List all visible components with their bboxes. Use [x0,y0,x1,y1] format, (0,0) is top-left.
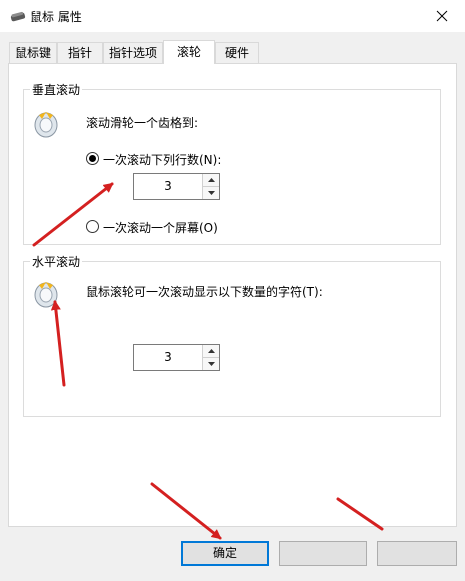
vertical-scroll-group: 垂直滚动 滚动滑轮一个齿格到: 一次滚动下列行数(N): 3 一次滚动一个屏幕(… [23,81,441,245]
chevron-down-icon [207,191,215,195]
close-icon [436,10,448,22]
radio-scroll-lines-label: 一次滚动下列行数(N): [103,153,222,167]
window-title: 鼠标 属性 [30,10,82,24]
vertical-scroll-description: 滚动滑轮一个齿格到: [86,116,199,130]
mouse-wheel-icon [34,112,58,138]
horizontal-wheel-icon [34,282,58,308]
tab-wheel[interactable]: 滚轮 [163,40,215,64]
cancel-button[interactable] [279,541,367,566]
chevron-down-icon [207,362,215,366]
wheel-tab-panel: 垂直滚动 滚动滑轮一个齿格到: 一次滚动下列行数(N): 3 一次滚动一个屏幕(… [8,63,457,527]
tab-pointers[interactable]: 指针 [57,42,103,63]
apply-button[interactable] [377,541,457,566]
close-button[interactable] [419,0,465,32]
chars-spinbox[interactable]: 3 [133,344,220,371]
vertical-scroll-label: 垂直滚动 [30,81,83,98]
chars-up-button[interactable] [203,345,219,358]
tab-buttons[interactable]: 鼠标键 [9,42,57,63]
radio-scroll-lines[interactable] [86,152,99,165]
lines-up-button[interactable] [203,174,219,187]
lines-spinbox[interactable]: 3 [133,173,220,200]
horizontal-scroll-group: 水平滚动 鼠标滚轮可一次滚动显示以下数量的字符(T): 3 [23,253,441,417]
tab-hardware[interactable]: 硬件 [215,42,259,63]
tab-pointer-options[interactable]: 指针选项 [103,42,163,63]
lines-down-button[interactable] [203,187,219,199]
radio-scroll-screen-label: 一次滚动一个屏幕(O) [103,221,218,235]
chevron-up-icon [207,178,215,182]
chars-down-button[interactable] [203,358,219,370]
title-bar: 鼠标 属性 [0,0,465,32]
horizontal-scroll-label: 水平滚动 [30,253,83,270]
chevron-up-icon [207,349,215,353]
chars-value[interactable]: 3 [134,345,202,370]
lines-value[interactable]: 3 [134,174,202,199]
ok-button[interactable]: 确定 [181,541,269,566]
radio-scroll-screen[interactable] [86,220,99,233]
mouse-icon [10,11,26,22]
horizontal-scroll-description: 鼠标滚轮可一次滚动显示以下数量的字符(T): [86,285,323,299]
